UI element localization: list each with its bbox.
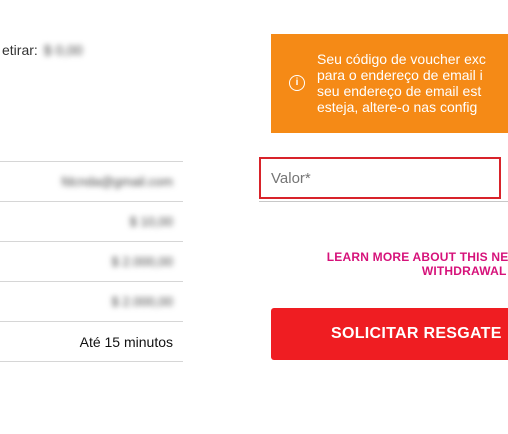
notice-line: para o endereço de email i [317, 67, 483, 83]
withdrawal-page: etirar: $ 0,00 fdcnda@gmail.com $ 10,00 … [0, 0, 508, 434]
info-icon: i [289, 75, 305, 91]
details-list: fdcnda@gmail.com $ 10,00 $ 2.000,00 $ 2.… [0, 161, 183, 362]
retirar-line: etirar: $ 0,00 [2, 42, 83, 58]
voucher-notice: i Seu código de voucher exc para o ender… [271, 34, 508, 133]
detail-row-limit: $ 2.000,00 [0, 281, 183, 321]
detail-row-max: $ 2.000,00 [0, 241, 183, 281]
retirar-value: $ 0,00 [43, 42, 83, 58]
solicitar-resgate-button[interactable]: SOLICITAR RESGATE [271, 308, 508, 360]
detail-row-email: fdcnda@gmail.com [0, 161, 183, 201]
notice-line: Seu código de voucher exc [317, 51, 486, 67]
valor-input[interactable] [259, 157, 501, 199]
valor-field-wrap [259, 157, 508, 202]
detail-value: Até 15 minutos [79, 333, 173, 350]
learn-more-link[interactable]: LEARN MORE ABOUT THIS NEW WITHDRAWAL M [300, 250, 508, 278]
notice-line: esteja, altere-o nas config [317, 99, 478, 115]
retirar-label: etirar: [2, 42, 38, 58]
detail-value: $ 10,00 [129, 214, 173, 229]
detail-value: $ 2.000,00 [111, 294, 173, 309]
notice-line: seu endereço de email est [317, 83, 482, 99]
detail-value: fdcnda@gmail.com [61, 174, 173, 189]
detail-row-min: $ 10,00 [0, 201, 183, 241]
detail-row-time: Até 15 minutos [0, 321, 183, 362]
learn-more-line1[interactable]: LEARN MORE ABOUT THIS NEW [327, 250, 508, 264]
notice-message: Seu código de voucher exc para o endereç… [317, 51, 508, 115]
learn-more-line2[interactable]: WITHDRAWAL M [422, 264, 508, 278]
detail-value: $ 2.000,00 [111, 254, 173, 269]
